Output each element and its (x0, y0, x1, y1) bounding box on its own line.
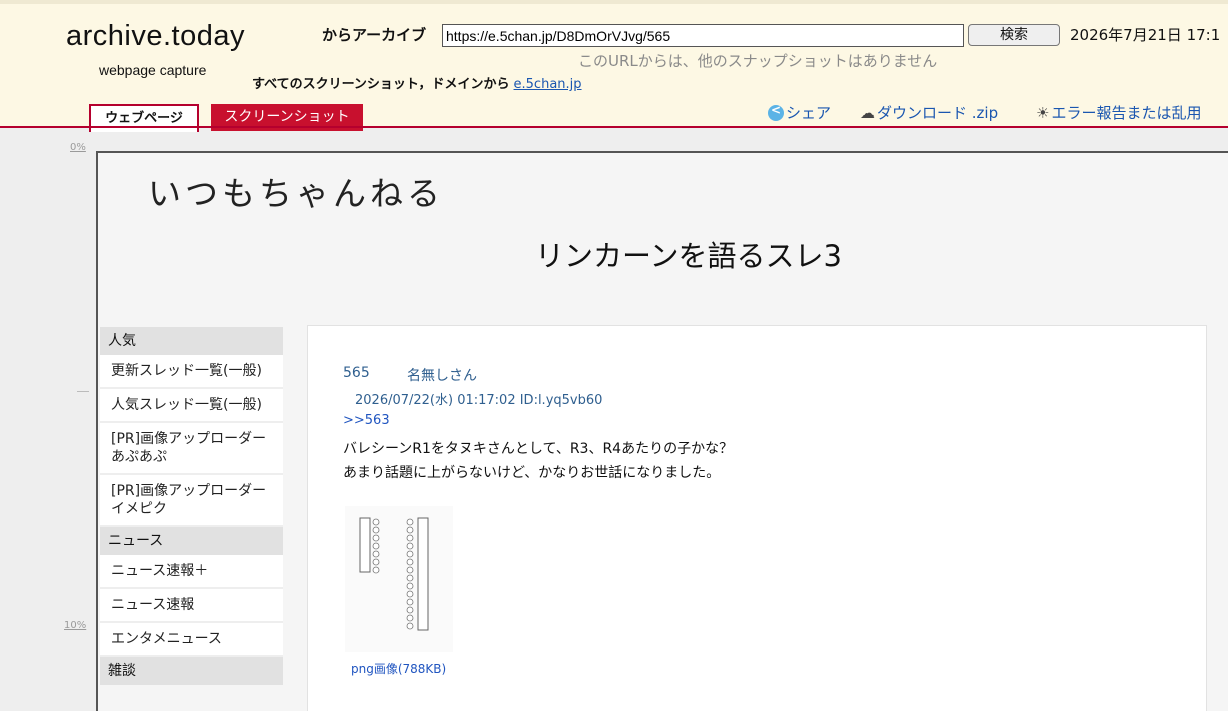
ruler-mid-label: 10% (64, 620, 87, 631)
archive-logo[interactable]: archive.today (66, 20, 245, 53)
menu-item[interactable]: 更新スレッド一覧(一般) (100, 355, 283, 389)
share-label: シェア (786, 104, 832, 122)
post: 565 名無しさん 2026/07/22(水) 01:17:02 ID:l.yq… (307, 325, 1207, 711)
site-title[interactable]: いつもちゃんねる (148, 167, 444, 215)
thread-title: リンカーンを語るスレ3 (535, 239, 843, 273)
report-label: エラー報告または乱用 (1051, 104, 1202, 122)
download-label: ダウンロード .zip (877, 104, 999, 122)
post-meta: 2026/07/22(水) 01:17:02 ID:l.yq5vb60 (355, 393, 603, 408)
archive-from-label: からアーカイブ (322, 26, 427, 44)
post-image-thumbnail[interactable] (345, 506, 453, 652)
post-reply-link[interactable]: >>563 (343, 413, 390, 428)
bulb-icon: ☀ (1036, 103, 1050, 122)
archive-header: archive.today webpage capture からアーカイブ 検索… (0, 0, 1228, 132)
menu-item[interactable]: ニュース速報 (100, 589, 283, 623)
header-divider (0, 126, 1228, 128)
post-body-line: あまり話題に上がらないけど、かなりお世話になりました。 (343, 465, 721, 481)
ruler-top-label: 0% (70, 142, 86, 153)
menu-category: 雑談 (100, 657, 283, 685)
report-link[interactable]: ☀ エラー報告または乱用 (1036, 102, 1201, 123)
post-author-name: 名無しさん (407, 368, 477, 384)
menu-category: 人気 (100, 327, 283, 355)
sidebar-menu: 人気 更新スレッド一覧(一般) 人気スレッド一覧(一般) [PR]画像アップローダー … (100, 327, 283, 685)
menu-item[interactable]: 人気スレッド一覧(一般) (100, 389, 283, 423)
share-link[interactable]: シェア (768, 102, 831, 123)
archive-logo-subtitle: webpage capture (99, 62, 207, 78)
search-button[interactable]: 検索 (968, 24, 1060, 46)
post-number: 565 (343, 365, 370, 381)
diagram-image (359, 517, 429, 631)
menu-category: ニュース (100, 527, 283, 555)
capture-date: 2026年7月21日 17:1 (1070, 26, 1221, 44)
menu-item[interactable]: [PR]画像アップローダー イメピク (100, 475, 283, 527)
url-input[interactable] (442, 24, 964, 47)
share-icon (768, 103, 784, 121)
archived-page-frame: いつもちゃんねる リンカーンを語るスレ3 人気 更新スレッド一覧(一般) 人気スレッ… (96, 151, 1228, 711)
all-screenshots-label: すべてのスクリーンショット，ドメインから (252, 77, 510, 92)
post-body-line: バレシーンR1をタヌキさんとして、R3、R4あたりの子かな？ (343, 441, 734, 457)
all-screenshots-line: すべてのスクリーンショット，ドメインから e.5chan.jp (252, 73, 582, 92)
post-image-caption[interactable]: png画像(788KB) (351, 660, 446, 677)
download-link[interactable]: ☁ ダウンロード .zip (860, 102, 998, 123)
ruler-tick (77, 391, 89, 392)
menu-item[interactable]: [PR]画像アップローダー あぷあぷ (100, 423, 283, 475)
cloud-download-icon: ☁ (860, 103, 875, 122)
menu-item[interactable]: ニュース速報＋ (100, 555, 283, 589)
no-other-snapshots-text: このURLからは、他のスナップショットはありません (578, 52, 938, 70)
menu-item[interactable]: エンタメニュース (100, 623, 283, 657)
domain-link[interactable]: e.5chan.jp (514, 77, 582, 92)
